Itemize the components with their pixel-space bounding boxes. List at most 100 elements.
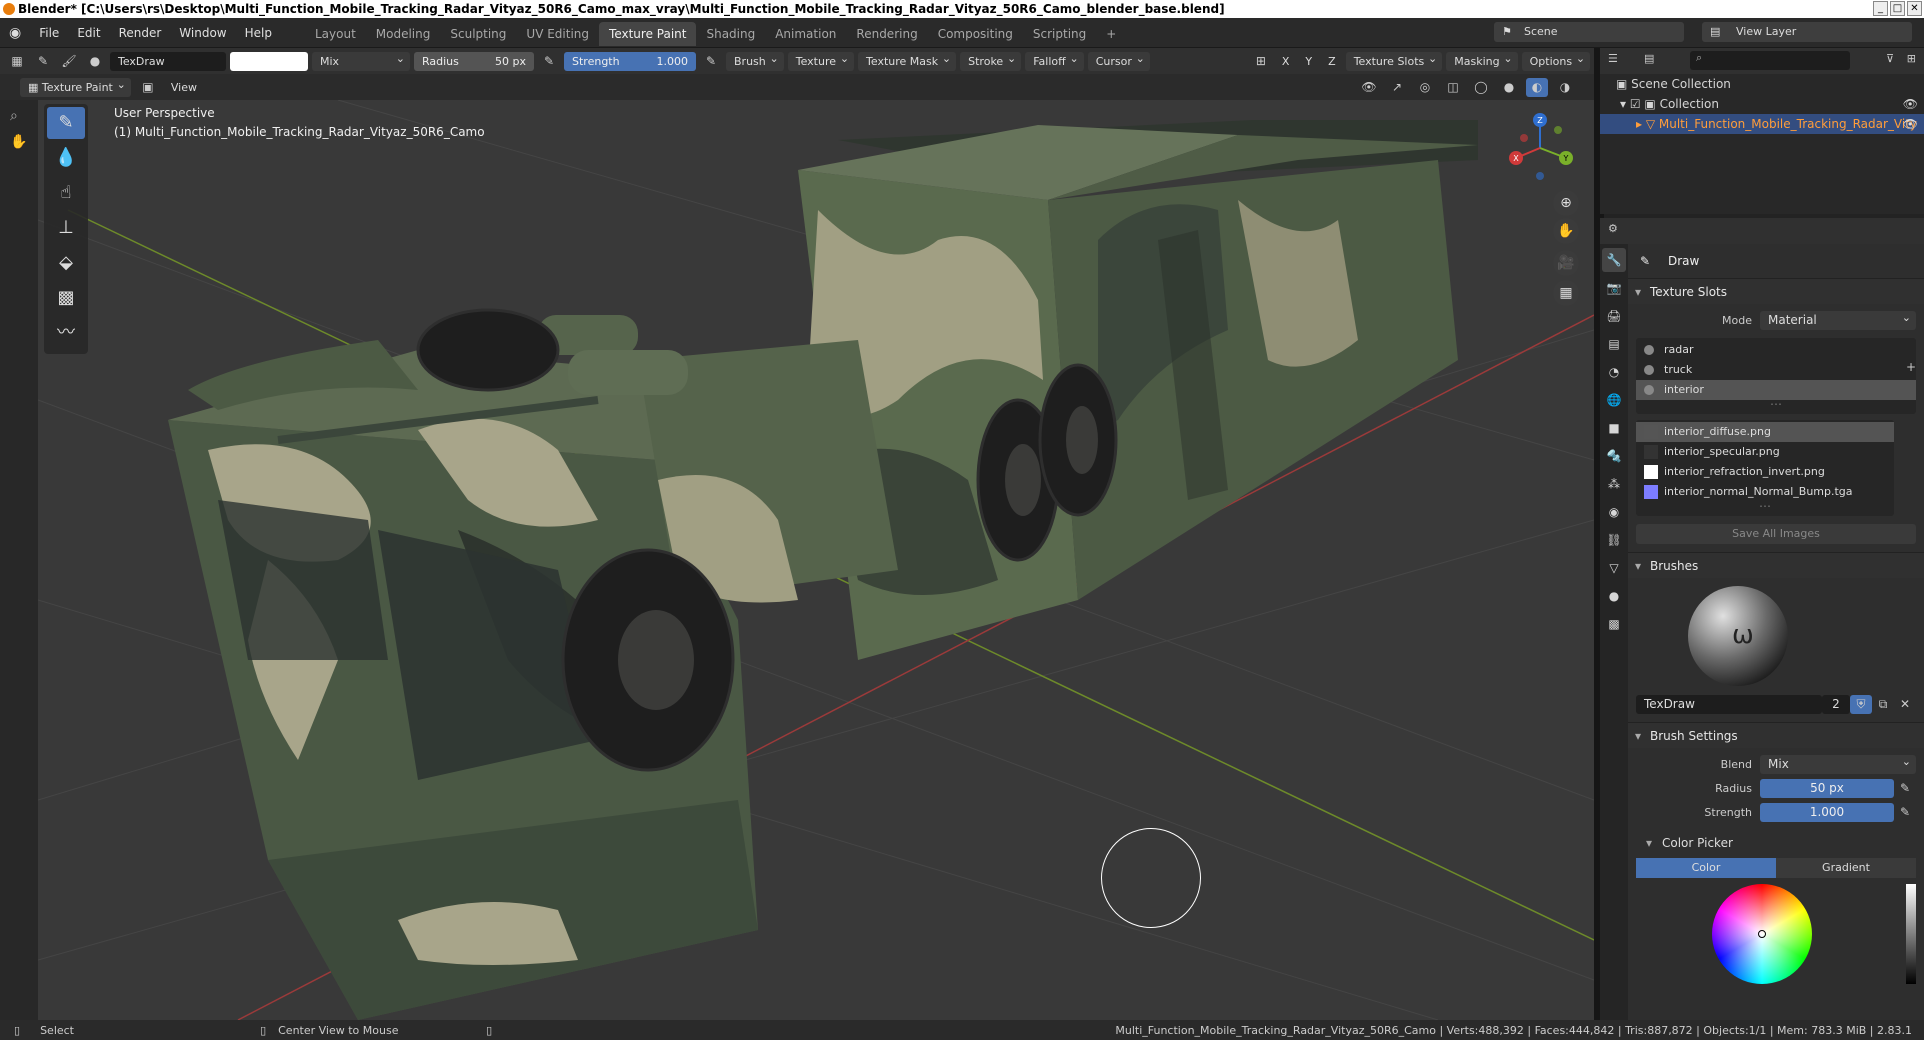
brush-settings-section-header[interactable]: Brush Settings [1628, 722, 1924, 749]
pan-hand-icon[interactable]: ✋ [1553, 218, 1579, 244]
strength-pressure-icon[interactable]: ✎ [1894, 803, 1916, 822]
tab-sculpting[interactable]: Sculpting [440, 22, 516, 46]
navigation-gizmo[interactable]: Z Y X [1500, 108, 1580, 188]
fill-tool-icon[interactable]: ⬙ [47, 247, 85, 279]
list-item[interactable]: radar [1636, 340, 1916, 360]
options-menu[interactable]: Options [1521, 49, 1591, 71]
outliner-search-input[interactable]: ⌕ [1690, 51, 1850, 70]
symmetry-z-toggle[interactable]: Z [1322, 52, 1342, 71]
tab-rendering[interactable]: Rendering [846, 22, 927, 46]
masking-menu[interactable]: Masking [1446, 49, 1518, 71]
view-layer-selector[interactable]: ▤ View Layer [1702, 22, 1912, 42]
xray-toggle-icon[interactable]: ◫ [1442, 78, 1464, 97]
ortho-grid-icon[interactable]: ▦ [1553, 280, 1579, 306]
outliner-editor-icon[interactable]: ☰ [1608, 52, 1618, 65]
3d-viewport[interactable] [38, 100, 1594, 1020]
tab-color[interactable]: Color [1636, 858, 1776, 878]
camera-icon[interactable]: 🎥 [1553, 250, 1579, 276]
brush-preview-area[interactable]: ω [1636, 582, 1916, 692]
brushes-section-header[interactable]: Brushes [1628, 552, 1924, 579]
blend-mode-dropdown[interactable]: Mix [312, 49, 410, 71]
stroke-menu[interactable]: Stroke [960, 49, 1022, 71]
physics-tab-icon[interactable]: ◉ [1602, 500, 1626, 524]
brush-datablock-name[interactable]: TexDraw [1636, 694, 1822, 714]
list-item[interactable]: interior_normal_Normal_Bump.tga [1636, 482, 1894, 502]
outliner-row-object[interactable]: ▸ ▽ Multi_Function_Mobile_Tracking_Radar… [1600, 114, 1924, 134]
zoom-icon[interactable]: ⊕ [1553, 190, 1579, 216]
soften-tool-icon[interactable]: 💧 [47, 142, 85, 174]
draw-tool-icon[interactable]: ✎ [47, 107, 85, 139]
symmetry-y-toggle[interactable]: Y [1299, 52, 1318, 71]
search-icon[interactable]: ⌕ [0, 100, 38, 132]
brush-radius-slider[interactable]: 50 px [1760, 778, 1894, 798]
tab-texture-paint[interactable]: Texture Paint [599, 22, 697, 46]
brush-user-count[interactable]: 2 [1822, 694, 1850, 714]
minimize-button[interactable]: _ [1873, 1, 1888, 16]
list-item[interactable]: interior_diffuse.png [1636, 422, 1894, 442]
eye-icon[interactable]: 👁 [1903, 94, 1918, 114]
filter-icon[interactable]: ⊽ [1886, 52, 1894, 65]
menu-window[interactable]: Window [170, 18, 235, 48]
color-wheel[interactable] [1712, 884, 1812, 984]
texture-mode-dropdown[interactable]: Material [1760, 308, 1916, 330]
shading-wireframe-icon[interactable]: ◯ [1470, 78, 1492, 97]
add-image-icon[interactable]: + [1906, 360, 1916, 374]
list-item[interactable]: interior_specular.png [1636, 442, 1894, 462]
tab-shading[interactable]: Shading [696, 22, 765, 46]
strength-slider[interactable]: Strength 1.000 [564, 51, 696, 71]
brush-menu[interactable]: Brush [726, 49, 784, 71]
close-button[interactable]: ✕ [1907, 1, 1922, 16]
resize-handle[interactable]: ⋯ [1636, 398, 1916, 412]
list-item[interactable]: truck [1636, 360, 1916, 380]
shading-solid-icon[interactable]: ● [1498, 78, 1520, 97]
texture-tab-icon[interactable]: ▩ [1602, 612, 1626, 636]
display-mode-icon[interactable]: ▤ [1644, 52, 1654, 65]
scene-tab-icon[interactable]: ◔ [1602, 360, 1626, 384]
falloff-menu[interactable]: Falloff [1025, 49, 1084, 71]
editor-type-icon[interactable]: ▦ [6, 52, 28, 71]
brush-strength-slider[interactable]: 1.000 [1760, 802, 1894, 822]
strength-pressure-icon[interactable]: ✎ [700, 52, 722, 71]
expand-arrow-icon[interactable]: ▸ [1636, 117, 1646, 131]
world-tab-icon[interactable]: 🌐 [1602, 388, 1626, 412]
tab-gradient[interactable]: Gradient [1776, 858, 1916, 878]
outliner-row-scene-collection[interactable]: ▣ Scene Collection [1600, 74, 1924, 94]
gizmo-toggle-icon[interactable]: ↗ [1386, 78, 1408, 97]
visibility-icon[interactable]: 👁 [1358, 78, 1380, 97]
texture-slots-menu[interactable]: Texture Slots [1345, 49, 1443, 71]
color-picker-subpanel-header[interactable]: ▾ Color Picker [1628, 830, 1924, 856]
annotate-tool-icon[interactable]: 〰 [47, 317, 85, 349]
overlay-toggle-icon[interactable]: ◎ [1414, 78, 1436, 97]
fake-user-shield-icon[interactable]: ⛨ [1850, 694, 1872, 714]
tab-uv-editing[interactable]: UV Editing [516, 22, 599, 46]
view-menu[interactable]: View [165, 78, 203, 97]
tab-animation[interactable]: Animation [765, 22, 846, 46]
resize-handle[interactable]: ⋯ [1636, 500, 1894, 514]
clone-tool-icon[interactable]: ⊥ [47, 212, 85, 244]
particles-tab-icon[interactable]: ⁂ [1602, 472, 1626, 496]
menu-help[interactable]: Help [236, 18, 281, 48]
tab-compositing[interactable]: Compositing [928, 22, 1023, 46]
maximize-button[interactable]: □ [1890, 1, 1905, 16]
modifier-tab-icon[interactable]: 🔩 [1602, 444, 1626, 468]
unlink-brush-icon[interactable]: ✕ [1894, 695, 1916, 714]
radius-pressure-icon[interactable]: ✎ [1894, 779, 1916, 798]
shading-rendered-icon[interactable]: ◑ [1554, 78, 1576, 97]
new-collection-icon[interactable]: ⊞ [1907, 52, 1916, 65]
mask-tool-icon[interactable]: ▩ [47, 282, 85, 314]
scene-selector[interactable]: ⚑ Scene [1494, 22, 1684, 42]
save-all-images-button[interactable]: Save All Images [1636, 524, 1916, 544]
mode-dropdown[interactable]: ▦ Texture Paint [20, 75, 131, 97]
brush-color-swatch[interactable] [230, 51, 308, 71]
value-slider[interactable] [1906, 884, 1916, 984]
brush-name-field[interactable]: TexDraw [110, 51, 226, 71]
mask-toggle-icon[interactable]: ▣ [137, 78, 159, 97]
texture-mask-menu[interactable]: Texture Mask [858, 49, 957, 71]
tool-picker-icon[interactable]: ✎ [32, 52, 54, 71]
properties-editor-icon[interactable]: ⚙ [1608, 222, 1618, 235]
expand-arrow-icon[interactable]: ▾ [1620, 97, 1630, 111]
hand-icon[interactable]: ✋ [0, 132, 38, 152]
cursor-menu[interactable]: Cursor [1087, 49, 1150, 71]
menu-render[interactable]: Render [110, 18, 171, 48]
view-layer-tab-icon[interactable]: ▤ [1602, 332, 1626, 356]
